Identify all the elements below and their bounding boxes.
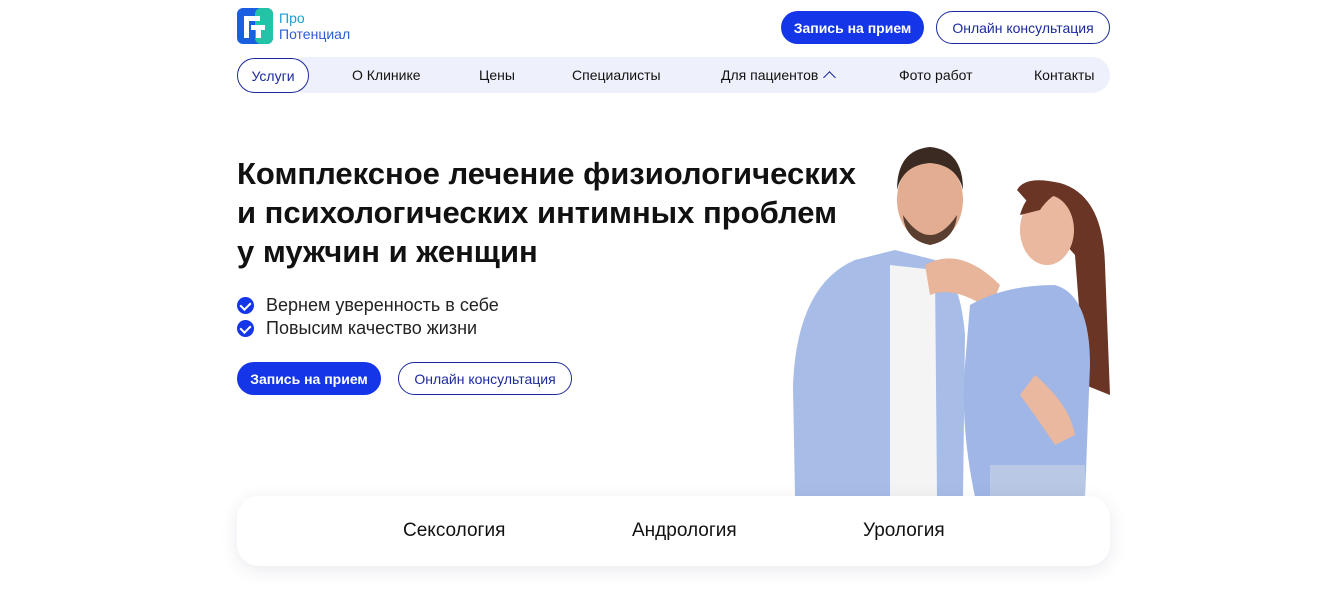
- check-circle-icon: [237, 320, 254, 337]
- nav-item-prices[interactable]: Цены: [479, 57, 515, 93]
- hero-couple-photo: [785, 135, 1115, 497]
- benefit-item: Вернем уверенность в себе: [237, 294, 499, 317]
- nav-item-photos[interactable]: Фото работ: [899, 57, 973, 93]
- logo-line-1: Про: [279, 10, 305, 26]
- logo-icon: [237, 8, 273, 44]
- category-sexology[interactable]: Сексология: [403, 496, 505, 566]
- hero-title: Комплексное лечение физиологических и пс…: [237, 156, 857, 269]
- categories-card: Сексология Андрология Урология: [237, 496, 1110, 566]
- benefit-text: Вернем уверенность в себе: [266, 295, 499, 315]
- hero-benefits: Вернем уверенность в себе Повысим качест…: [237, 294, 499, 340]
- logo-text: Про Потенциал: [279, 10, 350, 42]
- category-urology[interactable]: Урология: [863, 496, 945, 566]
- nav-item-about[interactable]: О Клинике: [352, 57, 421, 93]
- nav-item-for-patients[interactable]: Для пациентов: [721, 57, 837, 93]
- nav-item-specialists[interactable]: Специалисты: [572, 57, 661, 93]
- chevron-up-icon: [823, 71, 837, 84]
- hero-online-consultation-button[interactable]: Онлайн консультация: [398, 362, 572, 395]
- category-andrology[interactable]: Андрология: [632, 496, 737, 566]
- logo-line-2: Потенциал: [279, 26, 351, 42]
- check-circle-icon: [237, 297, 254, 314]
- nav-item-for-patients-label: Для пациентов: [721, 67, 819, 83]
- header-online-consultation-button[interactable]: Онлайн консультация: [936, 11, 1110, 44]
- header-appointment-button[interactable]: Запись на прием: [781, 11, 924, 44]
- main-nav: Услуги О Клинике Цены Специалисты Для па…: [237, 57, 1110, 93]
- nav-item-contacts[interactable]: Контакты: [1034, 57, 1094, 93]
- hero-appointment-button[interactable]: Запись на прием: [237, 362, 381, 395]
- benefit-item: Повысим качество жизни: [237, 317, 499, 340]
- logo[interactable]: Про Потенциал: [237, 8, 350, 44]
- nav-services-button[interactable]: Услуги: [237, 58, 309, 93]
- benefit-text: Повысим качество жизни: [266, 318, 478, 338]
